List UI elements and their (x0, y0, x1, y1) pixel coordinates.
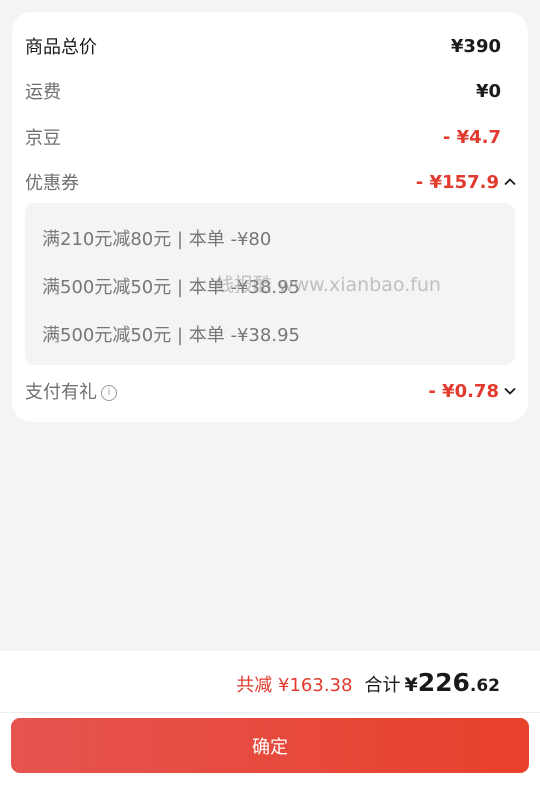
coupon-detail-line: 满210元减80元 | 本单 -¥80 (42, 229, 272, 250)
total-decimal: .62 (469, 676, 500, 696)
coupon-label: 优惠券 (25, 173, 79, 194)
jingdou-row: 京豆 - ¥4.7 (25, 124, 501, 150)
payment-gift-value: - ¥0.78 (428, 380, 499, 402)
coupon-detail-line: 满500元减50元 | 本单 -¥38.95 (42, 325, 300, 346)
payment-gift-label-group: 支付有礼 i (25, 378, 117, 404)
goods-total-label: 商品总价 (25, 37, 97, 58)
jingdou-value: - ¥4.7 (442, 126, 501, 148)
goods-total-value: ¥390 (450, 35, 501, 57)
payment-gift-value-group[interactable]: - ¥0.78 (428, 381, 517, 402)
goods-total-row: 商品总价 ¥390 (25, 33, 501, 59)
coupon-row[interactable]: 优惠券 - ¥157.9 (25, 169, 517, 195)
total-label: 合计 (364, 675, 401, 696)
chevron-up-icon[interactable] (503, 175, 517, 189)
payment-gift-row[interactable]: 支付有礼 i - ¥0.78 (25, 378, 517, 404)
shipping-value: ¥0 (475, 80, 501, 102)
confirm-button[interactable]: 确定 (11, 718, 529, 773)
coupon-detail-line: 满500元减50元 | 本单 -¥38.95 (42, 277, 300, 298)
payment-gift-label: 支付有礼 (25, 382, 97, 403)
shipping-label: 运费 (25, 82, 61, 103)
coupon-details-panel: 满210元减80元 | 本单 -¥80 满500元减50元 | 本单 -¥38.… (25, 203, 515, 365)
info-icon[interactable]: i (101, 385, 117, 401)
checkout-footer: 共减 ¥163.38 合计 ¥ 226 .62 确定 (0, 651, 540, 795)
chevron-down-icon[interactable] (503, 384, 517, 398)
total-saved: 共减 ¥163.38 (236, 675, 353, 696)
total-integer: 226 (417, 668, 470, 697)
total-currency: ¥ (404, 674, 418, 696)
coupon-value-group[interactable]: - ¥157.9 (416, 172, 517, 193)
coupon-value: - ¥157.9 (415, 171, 499, 193)
jingdou-label: 京豆 (25, 128, 61, 149)
total-summary: 共减 ¥163.38 合计 ¥ 226 .62 (236, 668, 500, 697)
footer-divider (0, 712, 540, 713)
price-summary-card: 商品总价 ¥390 运费 ¥0 京豆 - ¥4.7 优惠券 - ¥157.9 满… (12, 12, 528, 422)
shipping-row: 运费 ¥0 (25, 78, 501, 104)
